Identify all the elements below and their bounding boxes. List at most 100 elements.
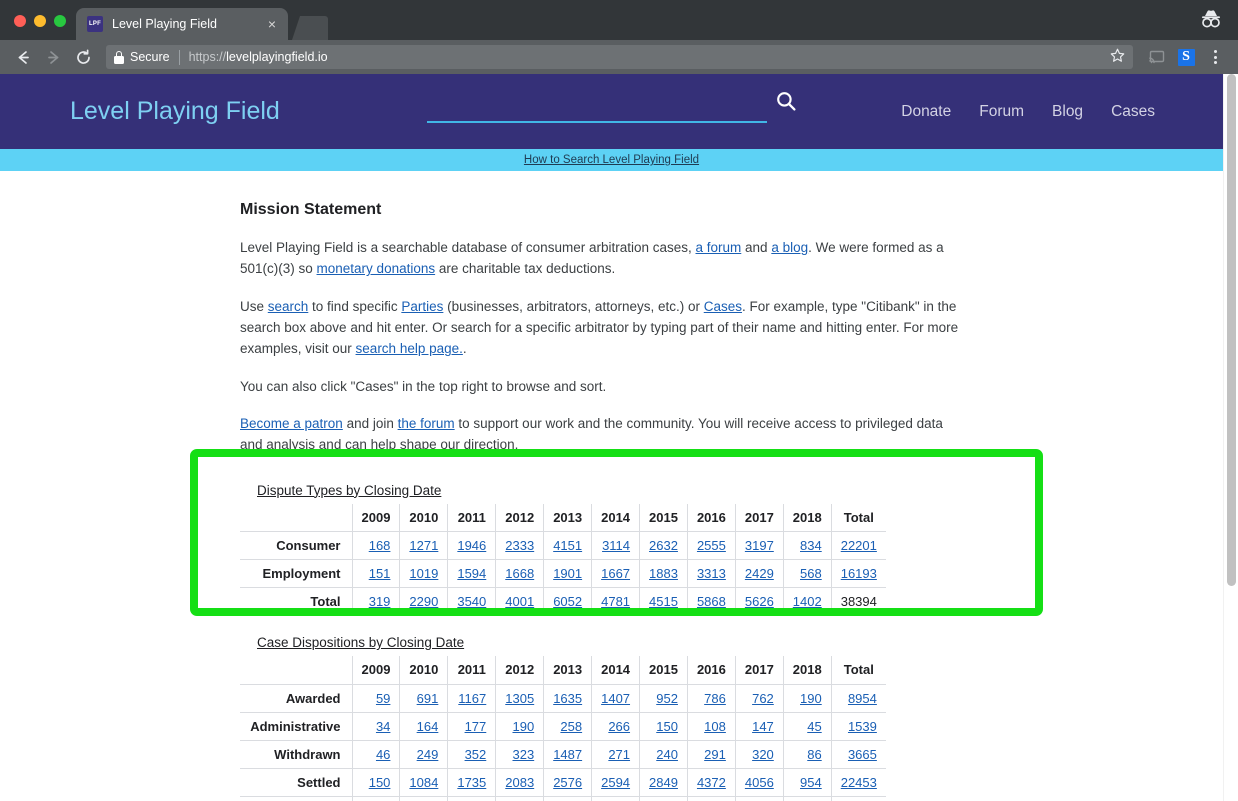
data-cell[interactable]: 954 <box>782 767 832 797</box>
cell-link[interactable]: 319 <box>369 594 391 609</box>
cell-link[interactable]: 786 <box>704 691 726 706</box>
cell-link[interactable]: 150 <box>656 719 678 734</box>
cell-link[interactable]: 2555 <box>697 538 726 553</box>
new-tab-area[interactable] <box>292 16 328 40</box>
data-cell[interactable]: 5868 <box>686 587 736 617</box>
how-to-search-link[interactable]: How to Search Level Playing Field <box>524 154 699 166</box>
cell-link[interactable]: 3197 <box>745 538 774 553</box>
data-cell[interactable]: 352 <box>447 739 496 769</box>
link-a-forum[interactable]: a forum <box>696 240 742 255</box>
cell-link[interactable]: 8954 <box>848 691 877 706</box>
data-cell[interactable]: 1883 <box>639 559 688 589</box>
cast-icon[interactable] <box>1144 44 1170 70</box>
cell-link[interactable]: 1487 <box>553 747 582 762</box>
data-cell[interactable]: 46 <box>351 739 400 769</box>
cell-link[interactable]: 2594 <box>601 775 630 790</box>
data-cell[interactable]: 100 <box>495 795 544 801</box>
data-cell[interactable]: 147 <box>734 711 784 741</box>
cell-link[interactable]: 352 <box>465 747 487 762</box>
cell-link[interactable]: 4781 <box>601 594 630 609</box>
data-cell[interactable]: 691 <box>399 683 448 713</box>
cell-link[interactable]: 5626 <box>745 594 774 609</box>
cell-link[interactable]: 1946 <box>457 538 486 553</box>
data-cell[interactable]: 109 <box>447 795 496 801</box>
cell-link[interactable]: 3313 <box>697 566 726 581</box>
data-cell[interactable]: 71 <box>591 795 640 801</box>
data-cell[interactable]: 1407 <box>591 683 640 713</box>
data-cell[interactable]: 1668 <box>495 559 544 589</box>
data-cell[interactable]: 22453 <box>830 767 886 797</box>
cell-link[interactable]: 271 <box>608 747 630 762</box>
cell-link[interactable]: 2576 <box>553 775 582 790</box>
cell-link[interactable]: 834 <box>800 538 822 553</box>
data-cell[interactable]: 952 <box>639 683 688 713</box>
address-bar[interactable]: Secure https://levelplayingfield.io <box>106 45 1133 69</box>
cell-link[interactable]: 151 <box>369 566 391 581</box>
cell-link[interactable]: 762 <box>752 691 774 706</box>
cell-link[interactable]: 1305 <box>505 691 534 706</box>
data-cell[interactable]: 16193 <box>830 559 886 589</box>
nav-item-donate[interactable]: Donate <box>901 103 951 121</box>
data-cell[interactable]: 1594 <box>447 559 496 589</box>
data-cell[interactable]: 2429 <box>734 559 784 589</box>
cell-link[interactable]: 190 <box>512 719 534 734</box>
cell-link[interactable]: 1271 <box>409 538 438 553</box>
data-cell[interactable]: 1487 <box>543 739 592 769</box>
data-cell[interactable]: 150 <box>351 767 400 797</box>
cell-link[interactable]: 2849 <box>649 775 678 790</box>
cell-link[interactable]: 168 <box>369 538 391 553</box>
data-cell[interactable]: 4151 <box>543 531 592 561</box>
data-cell[interactable]: 1901 <box>543 559 592 589</box>
data-cell[interactable]: 319 <box>351 587 400 617</box>
cell-link[interactable]: 1668 <box>505 566 534 581</box>
data-cell[interactable]: 1019 <box>399 559 448 589</box>
cell-link[interactable]: 4372 <box>697 775 726 790</box>
search-input[interactable] <box>427 91 767 123</box>
data-cell[interactable]: 240 <box>639 739 688 769</box>
data-cell[interactable]: 2849 <box>639 767 688 797</box>
data-cell[interactable]: 568 <box>782 559 832 589</box>
case-dispositions-caption[interactable]: Case Dispositions by Closing Date <box>240 635 464 650</box>
data-cell[interactable]: 271 <box>591 739 640 769</box>
data-cell[interactable]: 1084 <box>399 767 448 797</box>
data-cell[interactable]: 8954 <box>830 683 886 713</box>
forward-arrow-icon[interactable] <box>40 44 66 70</box>
data-cell[interactable]: 4056 <box>734 767 784 797</box>
cell-link[interactable]: 5868 <box>697 594 726 609</box>
link-search[interactable]: search <box>268 299 309 314</box>
browser-tab[interactable]: LPF Level Playing Field × <box>76 8 288 40</box>
cell-link[interactable]: 4515 <box>649 594 678 609</box>
nav-item-blog[interactable]: Blog <box>1052 103 1083 121</box>
cell-link[interactable]: 177 <box>465 719 487 734</box>
cell-link[interactable]: 2083 <box>505 775 534 790</box>
data-cell[interactable]: 4781 <box>591 587 640 617</box>
link-parties[interactable]: Parties <box>401 299 443 314</box>
data-cell[interactable]: 4372 <box>686 767 736 797</box>
link-a-blog[interactable]: a blog <box>771 240 808 255</box>
cell-link[interactable]: 4001 <box>505 594 534 609</box>
link-cases[interactable]: Cases <box>704 299 742 314</box>
cell-link[interactable]: 266 <box>608 719 630 734</box>
data-cell[interactable]: 1305 <box>495 683 544 713</box>
extension-icon[interactable]: S <box>1173 44 1199 70</box>
data-cell[interactable]: 168 <box>351 531 400 561</box>
cell-link[interactable]: 3114 <box>602 538 630 553</box>
minimize-window-button[interactable] <box>34 15 46 27</box>
data-cell[interactable]: 291 <box>686 739 736 769</box>
data-cell[interactable]: 1735 <box>447 767 496 797</box>
data-cell[interactable]: 508 <box>830 795 886 801</box>
cell-link[interactable]: 34 <box>376 719 390 734</box>
link-become-a-patron[interactable]: Become a patron <box>240 416 343 431</box>
cell-link[interactable]: 3540 <box>457 594 486 609</box>
cell-link[interactable]: 1635 <box>553 691 582 706</box>
data-cell[interactable]: 3197 <box>734 531 784 561</box>
cell-link[interactable]: 16193 <box>841 566 877 581</box>
nav-item-cases[interactable]: Cases <box>1111 103 1155 121</box>
data-cell[interactable]: 2632 <box>639 531 688 561</box>
search-icon[interactable] <box>775 90 797 117</box>
cell-link[interactable]: 150 <box>369 775 391 790</box>
data-cell[interactable]: 150 <box>639 711 688 741</box>
cell-link[interactable]: 190 <box>800 691 822 706</box>
link-search-help-page[interactable]: search help page. <box>356 341 463 356</box>
data-cell[interactable]: 249 <box>399 739 448 769</box>
